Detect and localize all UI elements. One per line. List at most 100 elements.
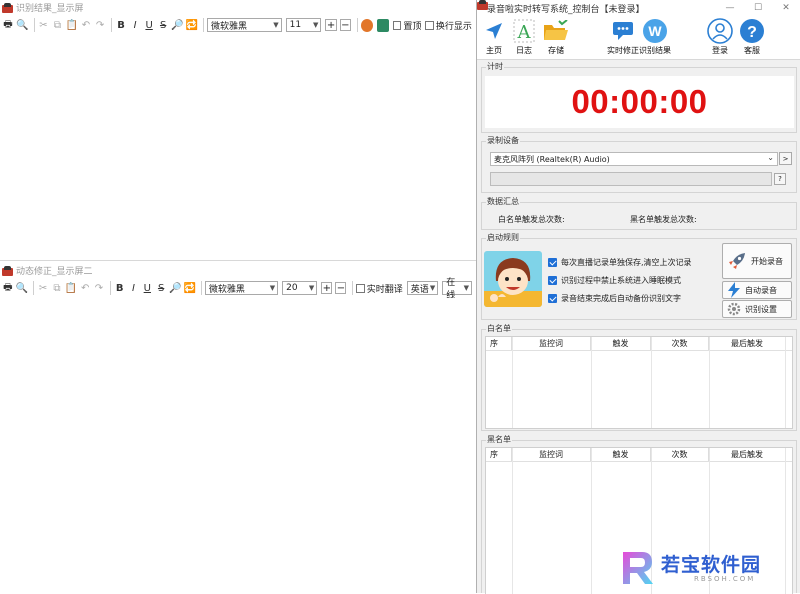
format-toolbar: 🖶 🔍 ✂ ⧉ 📋 ↶ ↷ B I U S 🔎 🔁 微软雅黑 ▼ 20 ▼ + − …	[0, 278, 476, 301]
col-keyword: 监控词	[512, 448, 591, 461]
control-console-window: 录音啦实时转写系统_控制台【未登录】 — ☐ ✕ 主页 A 日志 存储 实时修正…	[476, 0, 800, 594]
whitelist-count-label: 白名单触发总次数:	[498, 215, 565, 224]
format-toolbar: 🖶 🔍 ✂ ⧉ 📋 ↶ ↷ B I U S 🔎 🔁 微软雅黑 ▼ 11 ▼ + − …	[0, 15, 476, 35]
group-title: 白名单	[486, 323, 512, 334]
redo-icon[interactable]: ↷	[93, 282, 105, 295]
group-title: 录制设备	[486, 135, 520, 146]
save-icon[interactable]	[376, 18, 389, 32]
device-next-button[interactable]: >	[779, 152, 792, 165]
replace-icon[interactable]: 🔁	[183, 282, 195, 295]
option-prevent-sleep[interactable]: 识别过程中禁止系统进入睡眠模式	[548, 275, 681, 286]
w-logo-icon: W	[642, 18, 668, 44]
checkbox-checked[interactable]	[548, 276, 557, 285]
checkbox-checked[interactable]	[548, 294, 557, 303]
whitelist-table[interactable]: 序 监控词 触发 次数 最后触发	[485, 336, 793, 429]
bold-button[interactable]: B	[114, 282, 126, 295]
group-title: 启动规则	[486, 232, 520, 243]
save-button[interactable]: 存储	[543, 18, 569, 56]
strike-button[interactable]: S	[155, 282, 167, 295]
translate-checkbox[interactable]	[356, 283, 365, 293]
avatar	[484, 251, 542, 307]
device-select[interactable]: 麦克风阵列 (Realtek(R) Audio) ⌄	[490, 152, 778, 166]
italic-button[interactable]: I	[128, 282, 140, 295]
font-size-select[interactable]: 20 ▼	[282, 281, 318, 295]
undo-icon[interactable]: ↶	[80, 19, 92, 32]
svg-text:A: A	[517, 22, 532, 43]
copy-icon[interactable]: ⧉	[51, 282, 63, 295]
font-size-select[interactable]: 11 ▼	[285, 18, 322, 32]
group-title: 黑名单	[486, 434, 512, 445]
auto-record-button[interactable]: 自动录音	[722, 281, 792, 299]
underline-button[interactable]: U	[141, 282, 153, 295]
option-auto-backup[interactable]: 录音结束完成后自动备份识别文字	[548, 293, 681, 304]
start-recording-button[interactable]: 开始录音	[722, 243, 792, 279]
print-icon[interactable]: 🖶	[2, 282, 14, 295]
print-icon[interactable]: 🖶	[2, 19, 14, 32]
replace-icon[interactable]: 🔁	[186, 19, 198, 32]
window-titlebar: 动态修正_显示屏二	[0, 263, 476, 278]
realtime-correct-button[interactable]: 实时修正	[607, 18, 639, 56]
app-icon	[2, 2, 13, 13]
find-icon[interactable]: 🔎	[171, 19, 183, 32]
display-window-1: 识别结果_显示屏 🖶 🔍 ✂ ⧉ 📋 ↶ ↷ B I U S 🔎 🔁 微软雅黑 ▼…	[0, 0, 476, 260]
increase-font-button[interactable]: +	[321, 282, 333, 294]
gear-icon	[727, 302, 741, 316]
timer-group: 计时 00:00:00	[481, 61, 797, 133]
decrease-font-button[interactable]: −	[339, 19, 351, 31]
paste-icon[interactable]: 📋	[65, 282, 77, 295]
refresh-icon[interactable]	[360, 18, 373, 32]
undo-icon[interactable]: ↶	[79, 282, 91, 295]
col-count: 次数	[651, 337, 709, 350]
italic-button[interactable]: I	[129, 19, 141, 32]
preview-icon[interactable]: 🔍	[16, 282, 28, 295]
text-area[interactable]	[0, 298, 476, 593]
underline-button[interactable]: U	[143, 19, 155, 32]
group-title: 数据汇总	[486, 196, 520, 207]
result-button[interactable]: W 识别结果	[639, 18, 671, 56]
home-button[interactable]: 主页	[481, 18, 507, 56]
cut-icon[interactable]: ✂	[37, 19, 49, 32]
bold-button[interactable]: B	[115, 19, 127, 32]
font-name-select[interactable]: 微软雅黑 ▼	[204, 281, 279, 295]
log-button[interactable]: A 日志	[511, 18, 537, 56]
svg-text:W: W	[648, 23, 662, 39]
increase-font-button[interactable]: +	[325, 19, 337, 31]
option-separate-save[interactable]: 每次直播记录单独保存,清空上次记录	[548, 257, 692, 268]
cut-icon[interactable]: ✂	[37, 282, 49, 295]
wrap-checkbox[interactable]	[425, 20, 434, 30]
recognition-settings-button[interactable]: 识别设置	[722, 300, 792, 318]
blacklist-count-label: 黑名单触发总次数:	[630, 215, 697, 224]
redo-icon[interactable]: ↷	[94, 19, 106, 32]
font-name-select[interactable]: 微软雅黑 ▼	[207, 18, 282, 32]
close-icon[interactable]: ✕	[772, 3, 800, 13]
preview-icon[interactable]: 🔍	[16, 19, 28, 32]
language-select[interactable]: 英语 ▼	[406, 281, 439, 295]
paste-icon[interactable]: 📋	[66, 19, 78, 32]
main-toolbar: 主页 A 日志 存储 实时修正 W 识别结果 登录 ? 客服	[477, 16, 800, 60]
app-icon	[2, 265, 13, 276]
find-icon[interactable]: 🔎	[169, 282, 181, 295]
group-title: 计时	[486, 61, 504, 72]
minimize-icon[interactable]: —	[716, 3, 744, 13]
lightning-icon	[727, 282, 741, 298]
data-summary-group: 数据汇总 白名单触发总次数: 黑名单触发总次数:	[481, 196, 797, 230]
translate-label: 实时翻译	[366, 284, 403, 295]
device-help-button[interactable]: ?	[774, 173, 786, 185]
folder-icon	[543, 18, 569, 44]
decrease-font-button[interactable]: −	[335, 282, 347, 294]
watermark-url: RBSOH.COM	[694, 575, 756, 583]
strike-button[interactable]: S	[157, 19, 169, 32]
copy-icon[interactable]: ⧉	[51, 19, 63, 32]
pin-top-checkbox[interactable]	[392, 20, 402, 30]
help-icon: ?	[739, 18, 765, 44]
login-button[interactable]: 登录	[707, 18, 733, 56]
maximize-icon[interactable]: ☐	[744, 3, 772, 13]
user-icon	[707, 18, 733, 44]
text-area[interactable]	[0, 35, 476, 260]
volume-meter	[490, 172, 772, 186]
checkbox-checked[interactable]	[548, 258, 557, 267]
table-header: 序 监控词 触发 次数 最后触发	[486, 448, 792, 462]
window-titlebar: 录音啦实时转写系统_控制台【未登录】 — ☐ ✕	[477, 0, 800, 16]
mode-select[interactable]: 在线 ▼	[442, 278, 472, 301]
service-button[interactable]: ? 客服	[739, 18, 765, 56]
